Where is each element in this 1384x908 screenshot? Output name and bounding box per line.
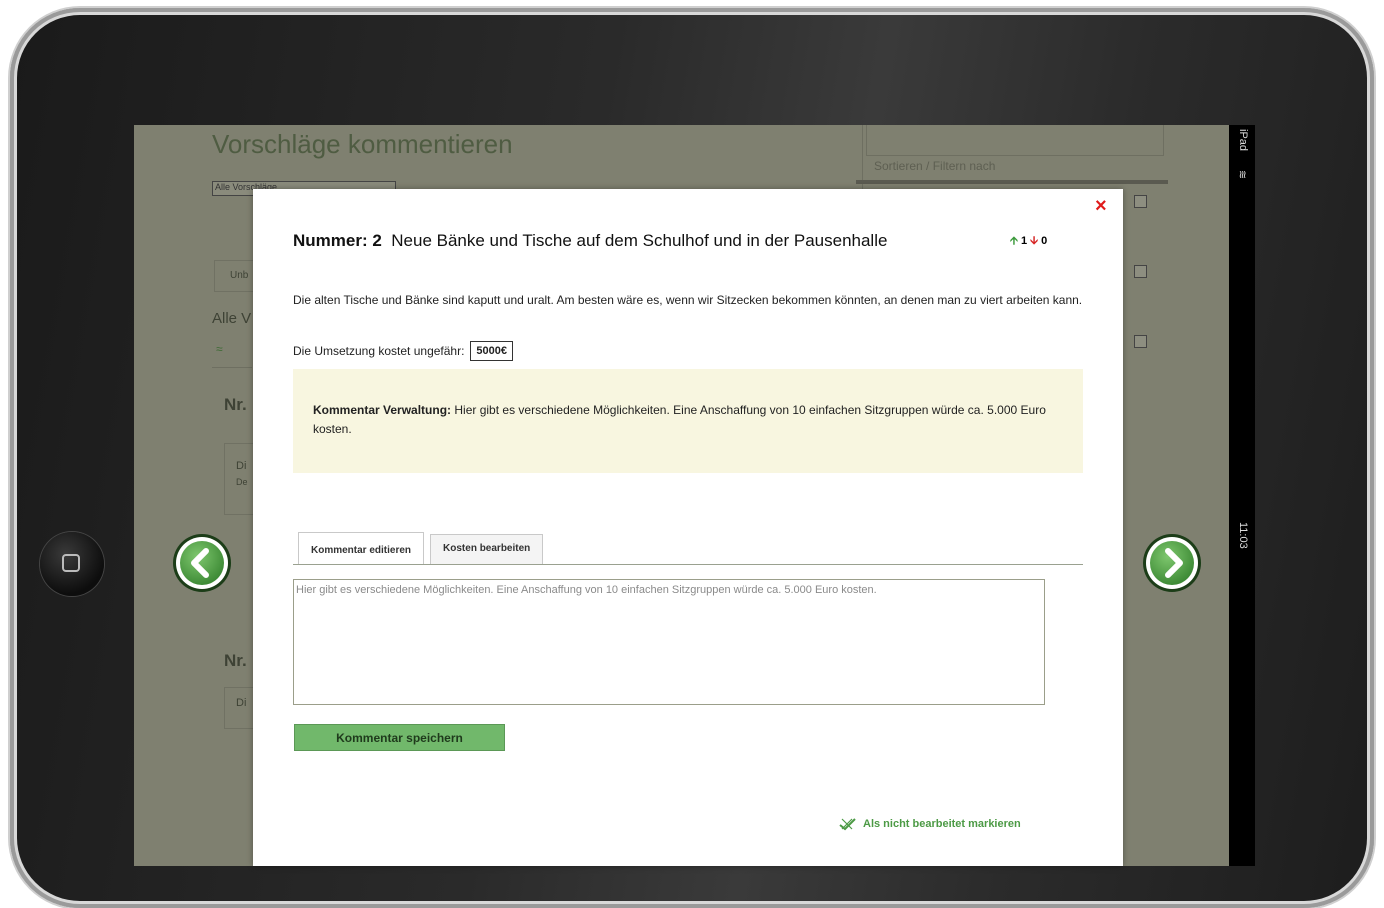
background-divider — [212, 367, 252, 368]
cost-label: Die Umsetzung kostet ungefähr: — [293, 344, 465, 358]
background-sort-bar — [856, 180, 1168, 184]
status-bar: iPad ≋ 11:03 — [1229, 125, 1255, 866]
close-icon[interactable]: × — [1095, 195, 1107, 218]
background-dropdown-arrow[interactable] — [1134, 335, 1147, 348]
home-square-icon — [62, 554, 80, 572]
votes: 🡩 1 🡫 0 — [1010, 232, 1047, 251]
background-section-label: Alle V — [212, 310, 252, 327]
background-item-number: Nr. — [224, 651, 247, 670]
proposal-title: Nummer: 2 Neue Bänke und Tische auf dem … — [293, 231, 887, 251]
proposal-description: Die alten Tische und Bänke sind kaputt u… — [293, 293, 1083, 307]
background-green-icon: ≈ — [216, 342, 223, 356]
edit-tabs: Kommentar editieren Kosten bearbeiten — [298, 532, 549, 564]
mark-unprocessed-link[interactable]: Als nicht bearbeitet markieren — [839, 817, 1021, 831]
background-item-text: Di — [236, 460, 247, 472]
background-sort-label: Sortieren / Filtern nach — [874, 159, 996, 173]
tab-divider — [293, 564, 1083, 565]
tab-edit-comment[interactable]: Kommentar editieren — [298, 532, 425, 564]
next-arrow-button[interactable] — [1146, 537, 1198, 589]
chevron-left-icon — [191, 548, 209, 578]
unmark-icon — [839, 818, 856, 831]
tab-edit-costs[interactable]: Kosten bearbeiten — [430, 534, 544, 564]
votes-down-count: 0 — [1041, 235, 1048, 247]
background-item-text: De — [236, 477, 248, 487]
home-button[interactable] — [40, 532, 104, 596]
cost-value: 5000€ — [470, 341, 514, 361]
previous-arrow-button[interactable] — [176, 537, 228, 589]
background-dropdown-arrow[interactable] — [1134, 265, 1147, 278]
wifi-icon: ≋ — [1236, 170, 1248, 180]
device-label: iPad — [1237, 129, 1249, 152]
proposal-title-text: Neue Bänke und Tische auf dem Schulhof u… — [391, 231, 888, 250]
admin-comment-box: Kommentar Verwaltung: Hier gibt es versc… — [293, 369, 1083, 473]
votes-up-count: 1 — [1020, 235, 1028, 247]
proposal-number: Nummer: 2 — [293, 231, 382, 250]
ipad-device: Vorschläge kommentieren Alle Vorschläge … — [0, 0, 1384, 908]
background-tab-label: Unb — [230, 270, 249, 281]
clock: 11:03 — [1237, 522, 1249, 549]
background-item-text: Di — [236, 697, 247, 709]
background-page-title: Vorschläge kommentieren — [212, 129, 513, 159]
background-item-number: Nr. — [224, 395, 247, 414]
mark-unprocessed-label: Als nicht bearbeitet markieren — [863, 818, 1021, 830]
admin-comment: Kommentar Verwaltung: Hier gibt es versc… — [313, 401, 1053, 439]
background-right-box — [866, 125, 1164, 156]
arrow-down-icon[interactable]: 🡫 — [1030, 235, 1038, 247]
proposal-modal: × Nummer: 2 Neue Bänke und Tische auf de… — [253, 189, 1123, 866]
comment-textarea[interactable]: Hier gibt es verschiedene Möglichkeiten.… — [293, 579, 1045, 705]
background-dropdown-arrow[interactable] — [1134, 195, 1147, 208]
save-comment-button[interactable]: Kommentar speichern — [294, 724, 505, 751]
cost-row: Die Umsetzung kostet ungefähr: 5000€ — [293, 341, 514, 361]
arrow-up-icon[interactable]: 🡩 — [1010, 235, 1018, 247]
admin-comment-label: Kommentar Verwaltung: — [313, 403, 452, 417]
chevron-right-icon — [1165, 548, 1183, 578]
